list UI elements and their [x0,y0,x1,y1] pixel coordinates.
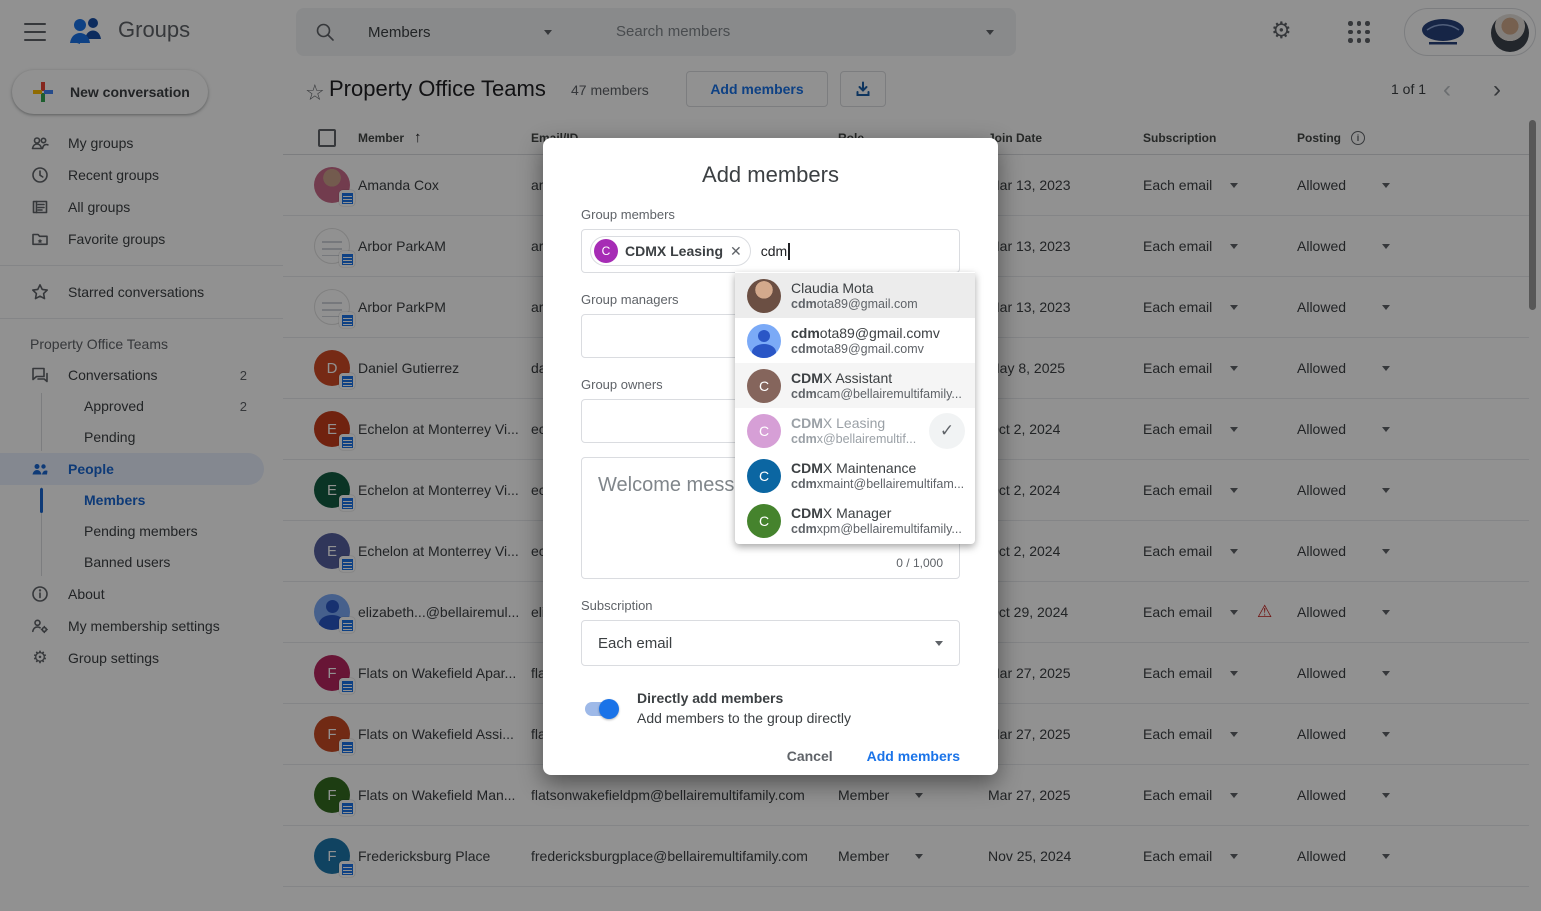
suggestion-avatar: C [747,458,781,493]
cancel-button[interactable]: Cancel [787,748,833,764]
suggestion-item-selected[interactable]: C CDMX Leasing cdmx@bellairemultif... ✓ [735,408,975,453]
group-members-label: Group members [581,207,675,222]
suggestion-item[interactable]: C CDMX Manager cdmxpm@bellairemultifamil… [735,498,975,543]
check-icon: ✓ [929,412,965,449]
autocomplete-dropdown: Claudia Mota cdmota89@gmail.com cdmota89… [735,272,975,544]
close-icon[interactable]: ✕ [730,243,742,260]
suggestion-avatar [747,323,781,358]
group-members-input[interactable]: C CDMX Leasing ✕ cdm [581,229,960,273]
chevron-down-icon [935,640,943,646]
google-groups-app: Groups Members Search members ⚙ New conv… [0,0,1541,911]
chip-label: CDMX Leasing [625,243,724,259]
directly-add-toggle[interactable] [585,699,619,719]
suggestion-item[interactable]: C CDMX Maintenance cdmxmaint@bellairemul… [735,453,975,498]
suggestion-item[interactable]: C CDMX Assistant cdmcam@bellairemultifam… [735,363,975,408]
toggle-title: Directly add members [637,690,784,706]
toggle-subtitle: Add members to the group directly [637,710,851,726]
suggestion-item[interactable]: Claudia Mota cdmota89@gmail.com [735,273,975,318]
char-counter: 0 / 1,000 [896,556,943,570]
dialog-title: Add members [702,162,839,187]
member-chip[interactable]: C CDMX Leasing ✕ [590,236,751,266]
suggestion-avatar: C [747,503,781,538]
suggestion-avatar [747,278,781,313]
add-members-dialog: Add members Group members C CDMX Leasing… [543,138,998,775]
submit-add-members-button[interactable]: Add members [867,748,960,764]
subscription-select[interactable]: Each email [581,620,960,666]
text-cursor [788,242,790,260]
typed-query: cdm [760,243,788,259]
suggestion-avatar: C [747,413,781,448]
suggestion-avatar: C [747,368,781,403]
chip-avatar: C [594,239,618,263]
subscription-label: Subscription [581,598,653,613]
suggestion-item[interactable]: cdmota89@gmail.comv cdmota89@gmail.comv [735,318,975,363]
